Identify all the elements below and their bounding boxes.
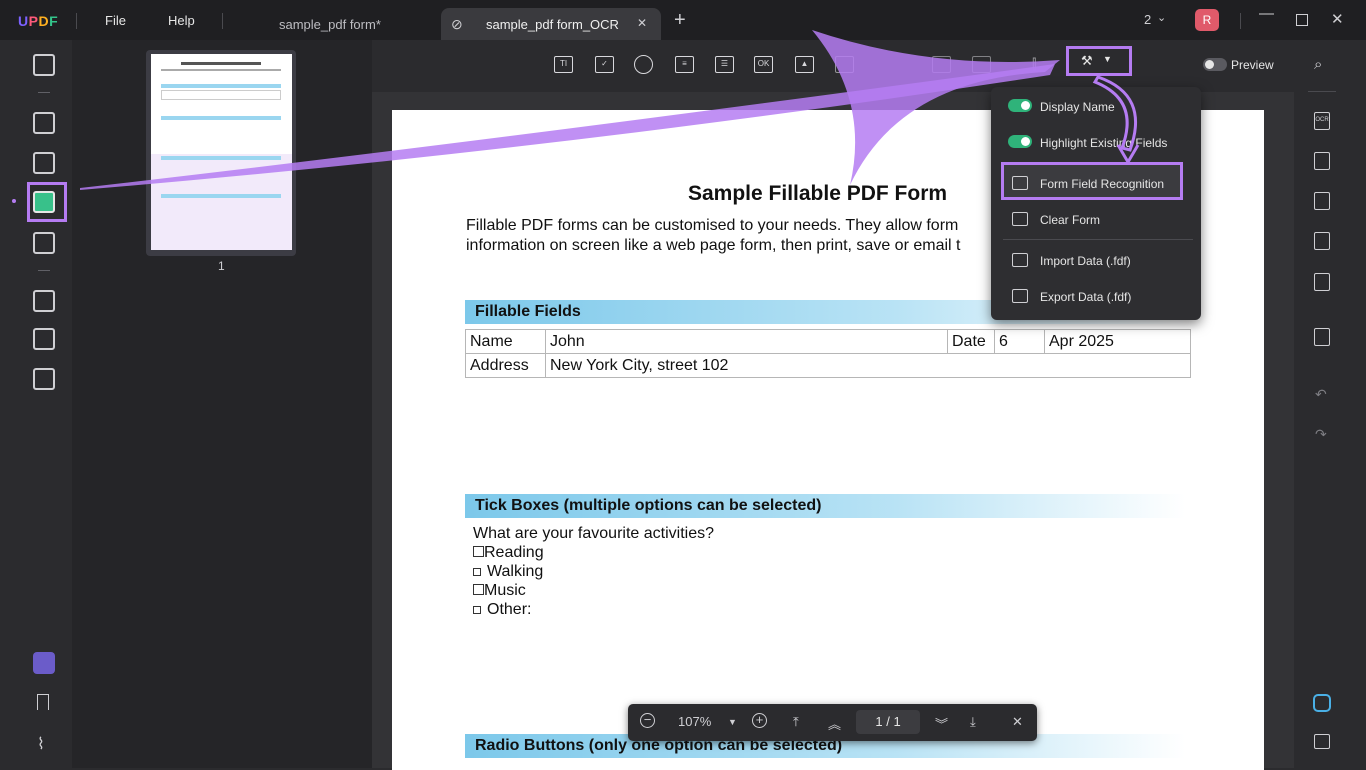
email-icon[interactable] [1314,273,1330,291]
current-page: 1 [875,714,883,729]
comment-icon[interactable] [1314,734,1330,749]
close-nav-icon[interactable]: ✕ [1012,714,1023,730]
page-indicator[interactable]: 1 / 1 [856,710,920,734]
arrow-curve [812,30,1060,185]
next-page-icon[interactable]: ︾ [935,714,948,733]
redo-icon[interactable]: ↷ [1315,426,1327,443]
chevron-down-icon[interactable]: ▼ [728,717,737,727]
previous-page-icon[interactable]: ︽ [828,714,841,733]
share-icon[interactable] [1314,232,1330,250]
save-icon[interactable] [1314,328,1330,346]
arrow-to-recognition [1092,75,1138,152]
zoom-out-icon[interactable]: − [640,713,655,728]
first-page-icon[interactable]: ⤒ [793,714,799,730]
ai-assistant-icon[interactable] [1313,694,1331,712]
total-pages: 1 [893,714,901,729]
ocr-icon[interactable]: OCR [1314,112,1330,130]
undo-icon[interactable]: ↶ [1315,386,1327,403]
arrow-head [1116,144,1140,165]
divider [1308,91,1336,92]
annotation-arrows [80,30,1140,190]
right-toolbar [1294,40,1366,768]
convert-icon[interactable] [1314,152,1330,170]
page-separator: / [886,714,890,729]
protect-icon[interactable] [1314,192,1330,210]
zoom-in-icon[interactable]: + [752,713,767,728]
search-icon[interactable]: ⌕ [1314,56,1322,73]
last-page-icon[interactable]: ⤓ [970,714,976,730]
zoom-level[interactable]: 107% [678,714,711,729]
